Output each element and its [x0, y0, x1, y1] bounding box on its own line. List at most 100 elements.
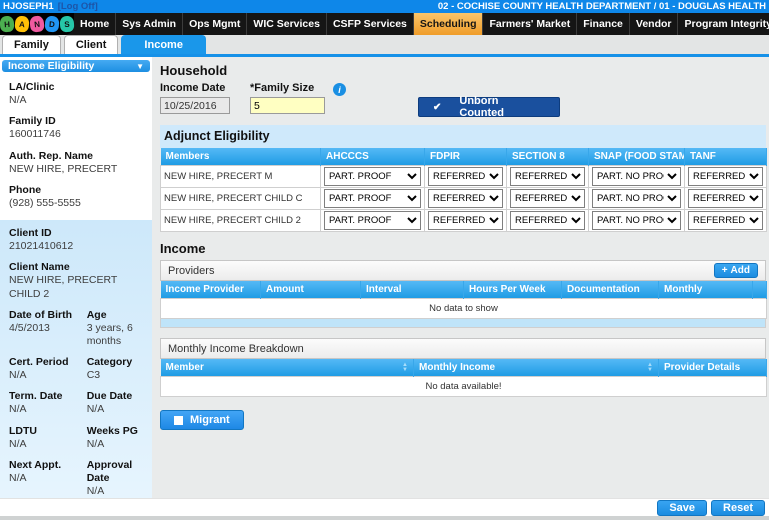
hand-icon: H [0, 16, 15, 33]
field-ldtu: LDTU N/A [9, 425, 87, 451]
ahcccs-select[interactable]: PART. PROOF [324, 167, 421, 186]
sort-icon[interactable]: ▲▼ [647, 363, 653, 372]
col-ahcccs: AHCCCS [321, 148, 425, 166]
member-name: NEW HIRE, PRECERT M [161, 166, 321, 188]
col-monthly-income[interactable]: ▲▼ Monthly Income [414, 359, 659, 377]
action-bar: Save Reset [0, 498, 769, 516]
app-window: HJOSEPH1 [Log Off] 02 - COCHISE COUNTY H… [0, 0, 769, 520]
menu-wic-services[interactable]: WIC Services [247, 13, 327, 35]
breakdown-empty-message: No data available! [161, 377, 767, 397]
tab-client[interactable]: Client [64, 35, 119, 54]
family-size-label: *Family Size [250, 82, 325, 94]
info-icon[interactable]: i [333, 83, 346, 96]
migrant-button[interactable]: Migrant [160, 410, 244, 430]
fdpir-select[interactable]: REFERRED [428, 167, 503, 186]
field-client-id: Client ID 21021410612 [9, 227, 143, 253]
tab-income[interactable]: Income [121, 35, 206, 54]
col-spacer [753, 281, 767, 299]
field-family-id: Family ID 160011746 [9, 115, 143, 141]
field-age: Age 3 years, 6 months [87, 309, 143, 348]
menu-scheduling[interactable]: Scheduling [414, 13, 484, 35]
top-bar: HJOSEPH1 [Log Off] 02 - COCHISE COUNTY H… [0, 0, 769, 13]
tanf-select[interactable]: REFERRED [688, 167, 763, 186]
menu-vendor[interactable]: Vendor [630, 13, 679, 35]
field-approval-date: Approval Date N/A [87, 459, 143, 498]
menu-home[interactable]: Home [74, 13, 116, 35]
income-title: Income [160, 241, 766, 256]
main-panel: Household Income Date *Family Size i ✔ U… [160, 57, 766, 517]
agency-title: 02 - COCHISE COUNTY HEALTH DEPARTMENT / … [438, 1, 766, 12]
member-name: NEW HIRE, PRECERT CHILD 2 [161, 210, 321, 232]
menu-program-integrity[interactable]: Program Integrity [678, 13, 769, 35]
menu-bar: H A N D S Home Sys Admin Ops Mgmt WIC Se… [0, 13, 769, 35]
col-snap: SNAP (FOOD STAMPS) [589, 148, 685, 166]
tab-family[interactable]: Family [2, 35, 61, 54]
field-category: Category C3 [87, 356, 143, 382]
bottom-strip [0, 516, 769, 520]
log-off-link[interactable]: [Log Off] [58, 1, 98, 12]
income-empty-message: No data to show [161, 299, 767, 319]
field-weeks-pg: Weeks PG N/A [87, 425, 143, 451]
check-icon: ✔ [433, 102, 441, 113]
breakdown-panel-title: Monthly Income Breakdown [168, 343, 304, 355]
client-summary: Client ID 21021410612 Client Name NEW HI… [0, 220, 152, 508]
reset-button[interactable]: Reset [711, 500, 765, 516]
col-income-provider: Income Provider [161, 281, 261, 299]
sort-icon[interactable]: ▲▼ [402, 363, 408, 372]
save-button[interactable]: Save [657, 500, 707, 516]
menu-csfp-services[interactable]: CSFP Services [327, 13, 414, 35]
col-member[interactable]: ▲▼ Member [161, 359, 414, 377]
col-interval: Interval [361, 281, 464, 299]
col-hours-per-week: Hours Per Week [464, 281, 562, 299]
family-size-input[interactable] [250, 97, 325, 114]
income-eligibility-dropdown[interactable]: Income Eligibility ▼ [2, 60, 150, 72]
income-date-input[interactable] [160, 97, 230, 114]
menu-ops-mgmt[interactable]: Ops Mgmt [183, 13, 247, 35]
field-next-appt: Next Appt. N/A [9, 459, 87, 498]
adjunct-row: NEW HIRE, PRECERT CHILD C PART. PROOF RE… [161, 188, 767, 210]
field-date-of-birth: Date of Birth 4/5/2013 [9, 309, 87, 348]
menu-sys-admin[interactable]: Sys Admin [116, 13, 183, 35]
adjunct-row: NEW HIRE, PRECERT M PART. PROOF REFERRED… [161, 166, 767, 188]
section8-select[interactable]: REFERRED [510, 211, 585, 230]
field-cert-period: Cert. Period N/A [9, 356, 87, 382]
snap-select[interactable]: PART. NO PROOF [592, 189, 681, 208]
checkbox-icon [174, 416, 183, 425]
field-la-clinic: LA/Clinic N/A [9, 81, 143, 107]
col-provider-details: Provider Details [659, 359, 767, 377]
providers-panel-title: Providers [168, 265, 214, 277]
fdpir-select[interactable]: REFERRED [428, 211, 503, 230]
section8-select[interactable]: REFERRED [510, 167, 585, 186]
col-tanf: TANF [685, 148, 767, 166]
sidebar: Income Eligibility ▼ LA/Clinic N/A Famil… [0, 57, 152, 517]
adjunct-table: Members AHCCCS FDPIR SECTION 8 SNAP (FOO… [160, 148, 767, 232]
tanf-select[interactable]: REFERRED [688, 189, 763, 208]
snap-select[interactable]: PART. NO PROOF [592, 167, 681, 186]
ahcccs-select[interactable]: PART. PROOF [324, 211, 421, 230]
tanf-select[interactable]: REFERRED [688, 211, 763, 230]
income-date-label: Income Date [160, 82, 230, 94]
hands-logo: H A N D S [0, 13, 74, 35]
fdpir-select[interactable]: REFERRED [428, 189, 503, 208]
hand-icon: A [14, 15, 29, 32]
menu-farmers-market[interactable]: Farmers' Market [483, 13, 577, 35]
snap-select[interactable]: PART. NO PROOF [592, 211, 681, 230]
menu-finance[interactable]: Finance [577, 13, 630, 35]
add-provider-button[interactable]: + Add [714, 263, 758, 278]
unborn-counted-button[interactable]: ✔ Unborn Counted [418, 97, 560, 117]
household-title: Household [160, 63, 766, 78]
hand-icon: D [44, 16, 59, 33]
breakdown-table: ▲▼ Member ▲▼ Monthly Income Provider Det… [160, 359, 767, 397]
field-phone: Phone (928) 555-5555 [9, 184, 143, 210]
hand-icon: S [59, 16, 74, 33]
col-documentation: Documentation [562, 281, 659, 299]
section8-select[interactable]: REFERRED [510, 189, 585, 208]
adjunct-title: Adjunct Eligibility [164, 129, 270, 143]
chevron-down-icon: ▼ [136, 62, 144, 71]
field-auth-rep-name: Auth. Rep. Name NEW HIRE, PRECERT [9, 150, 143, 176]
username: HJOSEPH1 [3, 1, 54, 12]
ahcccs-select[interactable]: PART. PROOF [324, 189, 421, 208]
field-term-date: Term. Date N/A [9, 390, 87, 416]
plus-icon: + [722, 265, 728, 276]
family-summary: LA/Clinic N/A Family ID 160011746 Auth. … [0, 74, 152, 220]
